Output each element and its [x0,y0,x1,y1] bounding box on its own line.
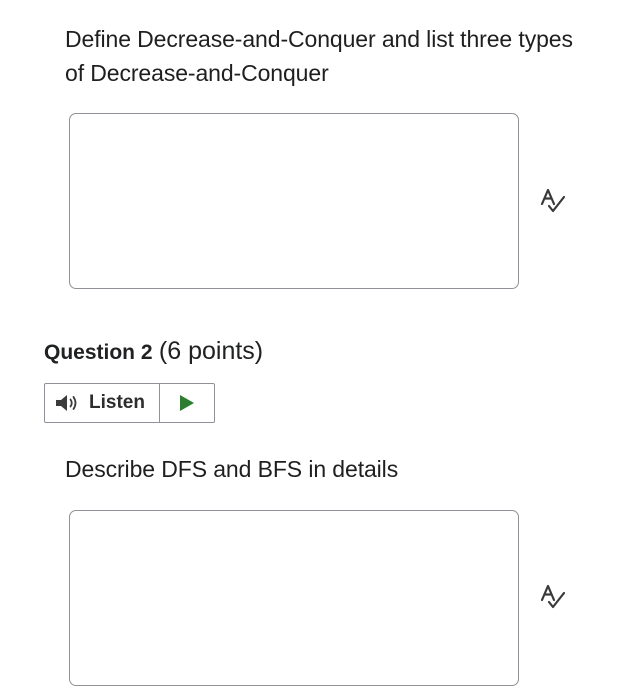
play-icon [180,395,194,411]
question-2-prompt: Describe DFS and BFS in details [65,456,399,482]
question-2-points: (6 points) [158,337,264,365]
speaker-icon [56,395,77,411]
spell-check-icon[interactable] [538,582,568,612]
question-2-number: Question 2 [44,341,153,364]
question-2-heading: Question 2 (6 points) [44,334,263,370]
listen-widget: Listen [44,383,215,423]
spell-check-icon[interactable] [538,186,568,216]
question-1-prompt: Define Decrease-and-Conquer and list thr… [65,26,573,86]
listen-label: Listen [89,392,145,413]
play-button[interactable] [160,384,214,422]
question-2-answer-box[interactable] [69,510,519,686]
listen-button[interactable]: Listen [45,384,160,422]
question-1-answer-box[interactable] [69,113,519,289]
